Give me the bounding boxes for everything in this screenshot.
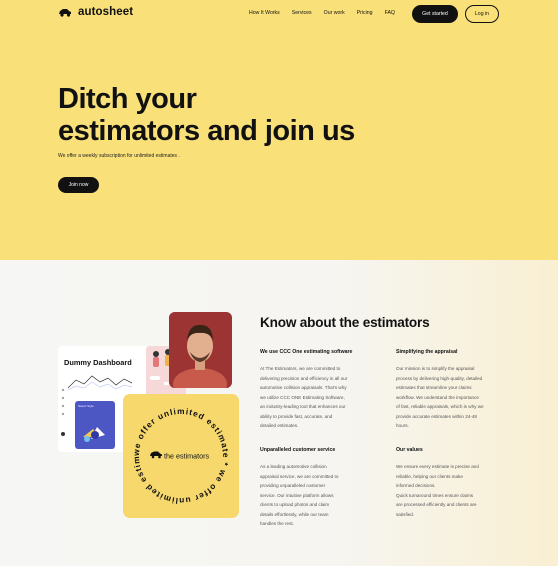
hero-title: Ditch your estimators and join us [58, 83, 398, 147]
line-chart-icon [67, 375, 133, 391]
section-heading-simplifying: Simplifying the appraisal [396, 349, 458, 355]
logo[interactable]: autosheet [58, 6, 133, 18]
ring-text: we offer unlimited estimate * we offer u… [123, 394, 231, 506]
nav-link-pricing[interactable]: Pricing [357, 10, 373, 16]
section-heading-software: We use CCC One estimating software [260, 349, 353, 355]
section-body-software: At The Estimators, we are committed to de… [260, 366, 348, 428]
portrait-photo [169, 312, 232, 388]
hero-title-line-1: Ditch your [58, 83, 197, 115]
nav-link-how-it-works[interactable]: How It Works [249, 10, 280, 16]
estimators-badge: we offer unlimited estimate * we offer u… [123, 394, 239, 518]
nav-link-services[interactable]: Services [292, 10, 312, 16]
section-heading-values: Our values [396, 447, 423, 453]
color-wheel-icon [83, 427, 105, 442]
svg-text:the estimators: the estimators [164, 452, 210, 461]
about-title: Know about the estimators [260, 315, 430, 330]
hero-title-line-2: estimators and join us [58, 115, 355, 147]
logo-text: autosheet [78, 6, 134, 18]
log-in-button[interactable]: Log in [465, 5, 499, 23]
nav-links: How It Works Services Our work Pricing F… [249, 10, 407, 16]
svg-text:we offer unlimited estimate *: we offer unlimited estimate * we offer u… [123, 394, 231, 506]
section-body-simplifying: Our mission is to simplify the appraisal… [396, 366, 484, 428]
section-body-values: We ensure every estimate is precise and r… [396, 464, 479, 517]
section-heading-customer-service: Unparalleled customer service [260, 447, 336, 453]
get-started-button[interactable]: Get started [412, 5, 458, 23]
badge-car-icon [150, 451, 162, 459]
nav-link-faq[interactable]: FAQ [385, 10, 395, 16]
car-icon [59, 8, 71, 17]
dashboard-title: Dummy Dashboard [64, 358, 132, 367]
hero-subtitle: We offer a weekly subscription for unlim… [58, 153, 180, 159]
style-card-label: Select Style [78, 404, 94, 408]
top-nav: autosheet How It Works Services Our work… [58, 5, 500, 23]
style-card: Select Style [75, 401, 115, 449]
section-body-customer-service: As a leading automotive collision apprais… [260, 464, 339, 526]
hero-section: autosheet How It Works Services Our work… [0, 0, 558, 260]
sidebar-icons [61, 388, 65, 436]
nav-link-our-work[interactable]: Our work [324, 10, 345, 16]
join-now-button[interactable]: Join now [58, 177, 99, 193]
